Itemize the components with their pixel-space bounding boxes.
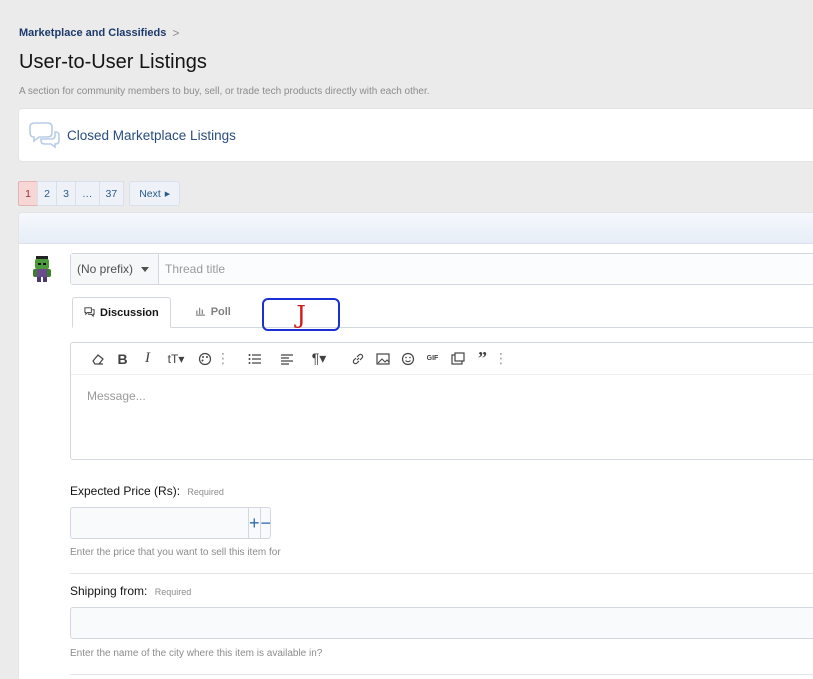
- shipping-from-input[interactable]: [70, 607, 813, 639]
- subforum-card[interactable]: Closed Marketplace Listings: [18, 108, 813, 162]
- price-input[interactable]: [71, 508, 248, 538]
- page-1-button[interactable]: 1: [18, 181, 38, 206]
- page-3-button[interactable]: 3: [56, 181, 76, 206]
- editor-toolbar: B I tT▾ ⋮ ¶▾ GIF ” ⋮: [71, 343, 813, 375]
- field-divider: [70, 674, 813, 675]
- increment-button[interactable]: +: [248, 508, 260, 538]
- link-icon[interactable]: [345, 347, 370, 371]
- subforum-title[interactable]: Closed Marketplace Listings: [67, 128, 236, 143]
- shipping-field-label: Shipping from: Required: [70, 584, 191, 598]
- pagination: 1 2 3 … 37 Next ▶: [18, 181, 181, 206]
- breadcrumb: Marketplace and Classifieds >: [19, 26, 179, 40]
- tab-discussion[interactable]: Discussion: [72, 297, 171, 328]
- media-icon[interactable]: [445, 347, 470, 371]
- form-header-bar: [19, 213, 813, 244]
- next-label: Next: [139, 187, 161, 200]
- thread-title-input[interactable]: [159, 254, 813, 284]
- shipping-label-text: Shipping from:: [70, 584, 148, 598]
- chat-bubbles-icon: [27, 121, 61, 149]
- field-divider: [70, 573, 813, 574]
- eraser-icon[interactable]: [85, 347, 110, 371]
- caret-down-icon: [141, 266, 150, 272]
- align-icon[interactable]: [271, 347, 303, 371]
- decrement-button[interactable]: −: [259, 508, 271, 538]
- quote-icon[interactable]: ”: [470, 347, 495, 371]
- comments-icon: [84, 306, 95, 320]
- message-editor[interactable]: B I tT▾ ⋮ ¶▾ GIF ” ⋮ Message...: [70, 342, 813, 460]
- text-size-icon[interactable]: tT▾: [160, 347, 192, 371]
- avatar: [31, 255, 53, 283]
- bar-chart-icon: [195, 305, 206, 319]
- price-label-text: Expected Price (Rs):: [70, 484, 181, 498]
- chevron-right-icon: >: [172, 26, 180, 40]
- price-required-tag: Required: [187, 487, 224, 497]
- prefix-dropdown[interactable]: (No prefix): [71, 254, 159, 284]
- list-icon[interactable]: [239, 347, 271, 371]
- price-field-label: Expected Price (Rs): Required: [70, 484, 224, 498]
- palette-icon[interactable]: [192, 347, 217, 371]
- post-type-tabs: Discussion Poll: [72, 297, 813, 328]
- shipping-required-tag: Required: [154, 587, 192, 597]
- prefix-label: (No prefix): [77, 262, 134, 276]
- bold-icon[interactable]: B: [110, 347, 135, 371]
- tab-poll[interactable]: Poll: [185, 297, 241, 327]
- thread-title-row: (No prefix): [70, 253, 813, 285]
- page-title: User-to-User Listings: [19, 51, 207, 73]
- next-page-button[interactable]: Next ▶: [129, 181, 181, 206]
- price-hint: Enter the price that you want to sell th…: [70, 547, 281, 558]
- more-options-icon[interactable]: ⋮: [494, 347, 508, 371]
- more-icon[interactable]: ⋮: [216, 347, 230, 371]
- paragraph-icon[interactable]: ¶▾: [303, 347, 335, 371]
- price-stepper: + −: [70, 507, 271, 539]
- breadcrumb-link-marketplace[interactable]: Marketplace and Classifieds: [19, 27, 166, 39]
- italic-icon[interactable]: I: [135, 347, 160, 371]
- smiley-icon[interactable]: [395, 347, 420, 371]
- gif-icon[interactable]: GIF: [420, 347, 445, 371]
- page-37-button[interactable]: 37: [98, 181, 125, 206]
- page-2-button[interactable]: 2: [37, 181, 57, 206]
- message-placeholder[interactable]: Message...: [71, 375, 813, 417]
- shipping-hint: Enter the name of the city where this it…: [70, 648, 323, 659]
- new-thread-form: (No prefix) Discussion Poll J B I tT▾ ⋮: [18, 212, 813, 679]
- image-icon[interactable]: [370, 347, 395, 371]
- page-ellipsis-button[interactable]: …: [75, 181, 100, 206]
- page-description: A section for community members to buy, …: [19, 86, 430, 97]
- handwritten-annotation: J: [262, 298, 340, 331]
- tab-poll-label: Poll: [210, 306, 231, 318]
- caret-right-icon: ▶: [164, 190, 171, 198]
- tab-discussion-label: Discussion: [100, 306, 159, 319]
